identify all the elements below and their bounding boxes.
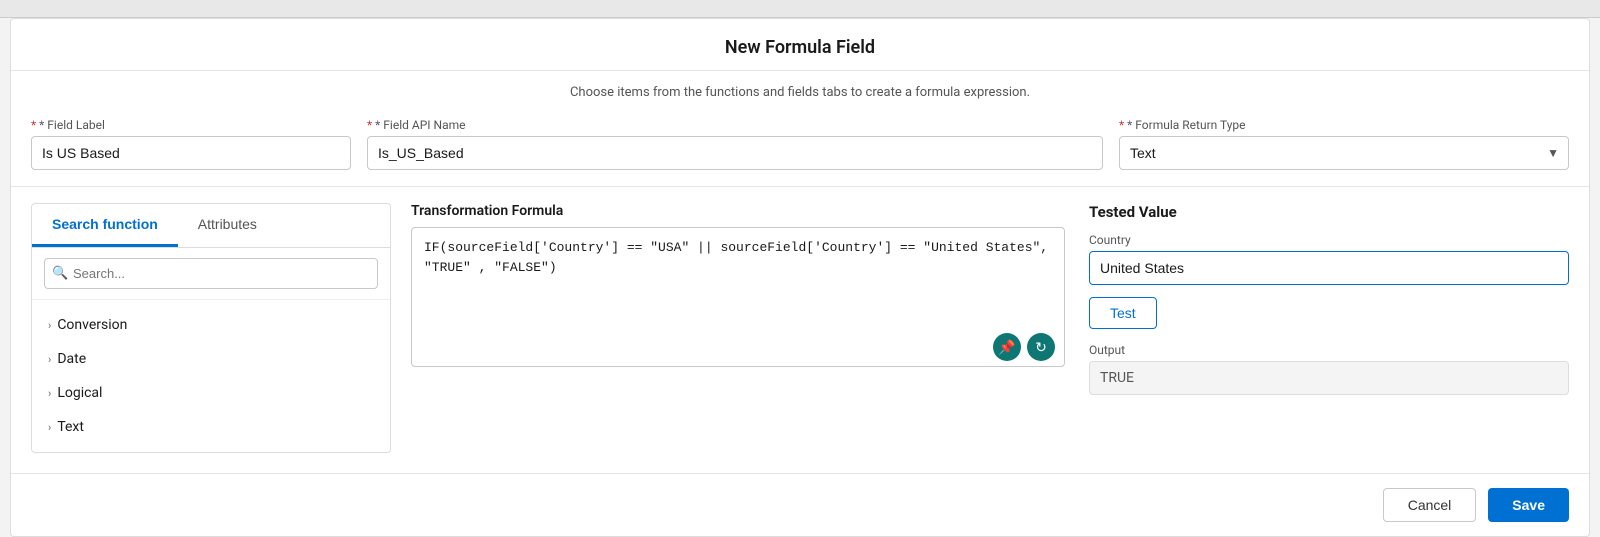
formula-return-type-wrapper: Text Number Currency Date DateTime Perce… <box>1119 136 1569 170</box>
chevron-right-icon: › <box>48 421 51 434</box>
chevron-right-icon: › <box>48 353 51 366</box>
save-button[interactable]: Save <box>1488 488 1569 522</box>
refresh-icon-button[interactable]: ↻ <box>1027 333 1055 361</box>
content-area: Search function Attributes 🔍 › Conversio… <box>11 186 1589 473</box>
left-panel: Search function Attributes 🔍 › Conversio… <box>31 203 391 453</box>
field-api-name-input[interactable] <box>367 136 1103 170</box>
formula-label: Transformation Formula <box>411 203 1065 219</box>
country-label: Country <box>1089 233 1569 247</box>
field-label-label: * * Field Label <box>31 118 351 132</box>
field-label-input[interactable] <box>31 136 351 170</box>
chevron-right-icon: › <box>48 387 51 400</box>
country-input[interactable] <box>1089 251 1569 285</box>
formula-return-type-label: * * Formula Return Type <box>1119 118 1569 132</box>
test-button[interactable]: Test <box>1089 297 1157 329</box>
field-label-group: * * Field Label <box>31 118 351 170</box>
pin-icon-button[interactable]: 📌 <box>993 333 1021 361</box>
tabs-row: Search function Attributes <box>32 204 390 248</box>
formula-textarea[interactable]: IF(sourceField['Country'] == "USA" || so… <box>411 227 1065 367</box>
modal-container: New Formula Field Choose items from the … <box>10 18 1590 537</box>
field-api-name-group: * * Field API Name <box>367 118 1103 170</box>
modal-subtitle: Choose items from the functions and fiel… <box>11 71 1589 108</box>
output-value: TRUE <box>1089 361 1569 395</box>
search-icon: 🔍 <box>52 266 68 281</box>
top-bar <box>0 0 1600 18</box>
middle-panel: Transformation Formula IF(sourceField['C… <box>411 203 1065 453</box>
modal-title: New Formula Field <box>11 37 1589 58</box>
formula-return-type-select[interactable]: Text Number Currency Date DateTime Perce… <box>1119 136 1569 170</box>
search-input-wrapper: 🔍 <box>44 258 378 289</box>
field-api-name-label: * * Field API Name <box>367 118 1103 132</box>
formula-textarea-wrapper: IF(sourceField['Country'] == "USA" || so… <box>411 227 1065 371</box>
formula-icons: 📌 ↻ <box>993 333 1055 361</box>
formula-return-type-group: * * Formula Return Type Text Number Curr… <box>1119 118 1569 170</box>
chevron-right-icon: › <box>48 319 51 332</box>
fields-row: * * Field Label * * Field API Name * * F… <box>11 108 1589 186</box>
cancel-button[interactable]: Cancel <box>1383 488 1477 522</box>
function-list: › Conversion › Date › Logical › Text <box>32 300 390 452</box>
list-item[interactable]: › Conversion <box>32 308 390 342</box>
tested-value-title: Tested Value <box>1089 203 1569 221</box>
list-item[interactable]: › Date <box>32 342 390 376</box>
list-item[interactable]: › Logical <box>32 376 390 410</box>
modal-header: New Formula Field <box>11 19 1589 71</box>
tab-attributes[interactable]: Attributes <box>178 204 277 247</box>
tab-search-function[interactable]: Search function <box>32 204 178 247</box>
modal-footer: Cancel Save <box>11 473 1589 536</box>
right-panel: Tested Value Country Test Output TRUE <box>1089 203 1569 453</box>
output-label: Output <box>1089 343 1569 357</box>
search-box: 🔍 <box>32 248 390 300</box>
list-item[interactable]: › Text <box>32 410 390 444</box>
search-input[interactable] <box>44 258 378 289</box>
